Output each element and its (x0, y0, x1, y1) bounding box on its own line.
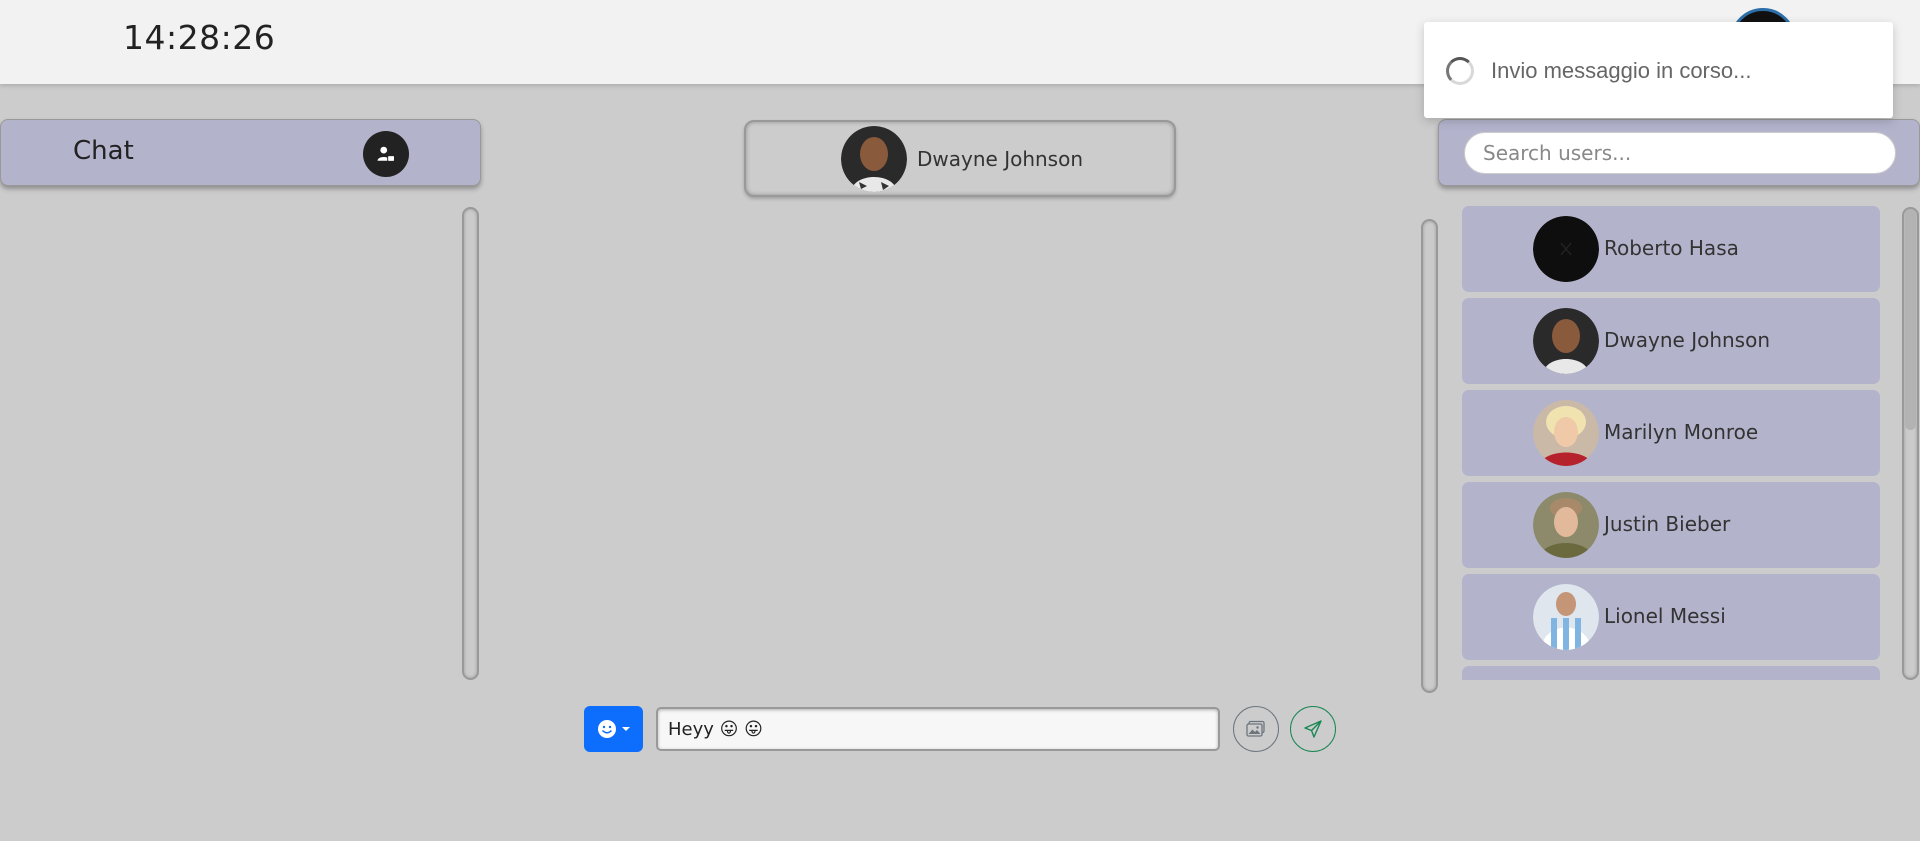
add-user-button[interactable] (363, 131, 409, 177)
user-list-item[interactable]: Marilyn Monroe (1462, 390, 1880, 476)
user-avatar (1533, 400, 1599, 466)
toast-notification: Invio messaggio in corso... (1424, 22, 1893, 118)
contact-name: Dwayne Johnson (917, 147, 1084, 171)
user-name: Marilyn Monroe (1604, 420, 1759, 444)
toast-message: Invio messaggio in corso... (1491, 58, 1752, 83)
attach-image-button[interactable] (1233, 706, 1279, 752)
emoji-picker-button[interactable] (584, 706, 643, 752)
clock: 14:28:26 (123, 18, 276, 57)
user-list-item[interactable]: Justin Bieber (1462, 482, 1880, 568)
scrollbar-thumb[interactable] (1905, 210, 1916, 430)
user-name: Roberto Hasa (1604, 236, 1739, 260)
user-search-panel (1438, 119, 1920, 186)
person-plus-icon (377, 146, 395, 162)
user-avatar (1533, 308, 1599, 374)
user-list-scrollbar[interactable] (1902, 207, 1919, 680)
user-list-item[interactable]: Dwayne Johnson (1462, 298, 1880, 384)
user-avatar (1533, 492, 1599, 558)
user-name: Dwayne Johnson (1604, 328, 1771, 352)
smiley-icon (597, 720, 616, 738)
send-button[interactable] (1290, 706, 1336, 752)
chat-list-header: Chat (0, 119, 481, 186)
chevron-down-icon (621, 727, 630, 731)
user-name: Justin Bieber (1604, 512, 1731, 536)
conversation-header: Dwayne Johnson (744, 120, 1176, 197)
chat-list-scrollbar[interactable] (462, 207, 479, 680)
send-icon (1304, 720, 1322, 738)
user-name: Lionel Messi (1604, 604, 1726, 628)
user-avatar (1533, 216, 1599, 282)
search-input[interactable] (1464, 132, 1896, 174)
user-list-item[interactable] (1462, 666, 1880, 680)
user-list-item[interactable]: Lionel Messi (1462, 574, 1880, 660)
loading-spinner-icon (1446, 57, 1474, 85)
message-input[interactable]: Heyy 😛 😛 (656, 707, 1220, 751)
user-list: Roberto Hasa Dwayne Johnson Marilyn Monr… (1462, 206, 1882, 680)
contact-avatar (841, 126, 907, 192)
image-icon (1246, 720, 1265, 737)
messages-scrollbar[interactable] (1421, 219, 1438, 693)
user-list-item[interactable]: Roberto Hasa (1462, 206, 1880, 292)
chat-title: Chat (73, 136, 134, 166)
user-avatar (1533, 584, 1599, 650)
